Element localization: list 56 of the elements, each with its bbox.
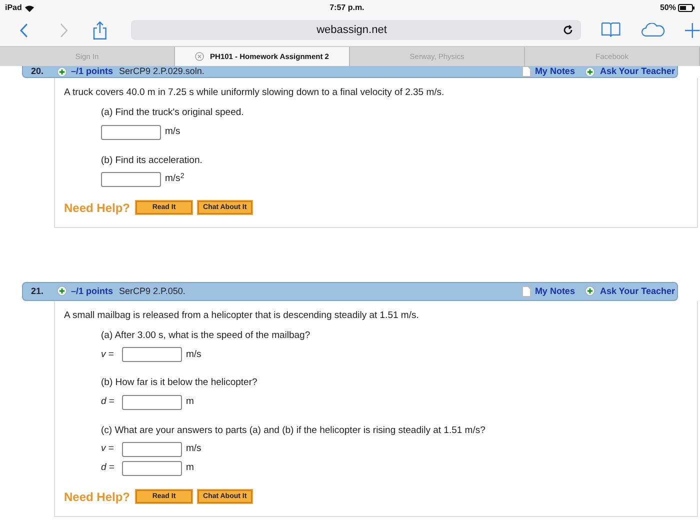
answer-field[interactable] [122, 442, 182, 457]
part-prompt: (b) How far is it below the helicopter? [101, 376, 258, 390]
battery-percent: 50% [660, 2, 676, 14]
plus-icon [57, 286, 67, 296]
cloud-icon[interactable] [640, 23, 666, 37]
answer-field[interactable] [101, 124, 161, 140]
plus-icon [584, 286, 595, 296]
battery-icon [678, 4, 695, 12]
ask-your-teacher-link[interactable]: Ask Your Teacher [600, 284, 675, 298]
unit-label: m [186, 394, 194, 409]
clock: 7:57 p.m. [328, 2, 366, 14]
answer-field[interactable] [122, 347, 182, 362]
points-link[interactable]: –/1 points [71, 64, 114, 78]
question-text: A small mailbag is released from a helicopter that is descending steadily at 1.51 m/s. [64, 308, 420, 323]
variable-label: v = [101, 348, 115, 362]
variable-label: v = [101, 442, 115, 456]
variable-label: d = [101, 394, 116, 409]
note-icon [522, 66, 531, 77]
forward-icon[interactable] [60, 22, 68, 38]
part-prompt: (a) Find the truck's original speed. [101, 106, 245, 120]
unit-label: m/s [186, 442, 202, 456]
back-icon[interactable] [20, 22, 28, 38]
unit-label: m/s$^{2}$ [165, 172, 184, 186]
answer-field[interactable] [122, 460, 182, 476]
part-prompt: (c) What are your answers to parts (a) and (b) if the helicopter is rising steadily at 1.51 m/s? [101, 424, 486, 438]
need-help-label: Need Help? [64, 488, 130, 506]
my-notes-link[interactable]: My Notes [534, 284, 575, 298]
question-text: A truck covers 40.0 m in 7.25 s while uniformly slowing down to a final velocity of 2.35 m/s. [64, 86, 446, 100]
ask-your-teacher-link[interactable]: Ask Your Teacher [600, 64, 675, 78]
url-text: webassign.net [316, 22, 388, 38]
question-number: 21. [31, 284, 45, 298]
share-icon[interactable] [92, 20, 107, 40]
unit-label: m [186, 461, 194, 476]
my-notes-link[interactable]: My Notes [534, 64, 575, 78]
part-prompt: (b) Find its acceleration. [101, 154, 204, 168]
unit-label: m/s [186, 348, 202, 362]
question-code: SerCP9 2.P.050. [119, 284, 186, 298]
plus-icon [584, 66, 595, 76]
plus-icon [57, 66, 67, 76]
reload-icon[interactable] [562, 25, 573, 35]
answer-field[interactable] [101, 172, 161, 187]
part-prompt: (a) After 3.00 s, what is the speed of the mailbag? [101, 329, 312, 343]
wifi-icon [24, 4, 34, 12]
answer-field[interactable] [122, 394, 182, 410]
question-number: 20. [31, 64, 45, 78]
points-link[interactable]: –/1 points [71, 284, 114, 298]
address-bar[interactable]: webassign.net [130, 20, 581, 40]
device-name: iPad [5, 2, 22, 14]
need-help-label: Need Help? [64, 200, 130, 217]
note-icon [522, 286, 531, 297]
plus-icon[interactable] [685, 22, 700, 38]
variable-label: d = [101, 461, 116, 476]
book-icon[interactable] [600, 22, 621, 38]
close-icon[interactable] [195, 52, 204, 61]
question-code: SerCP9 2.P.029.soln. [119, 64, 204, 78]
unit-label: m/s [165, 124, 180, 139]
